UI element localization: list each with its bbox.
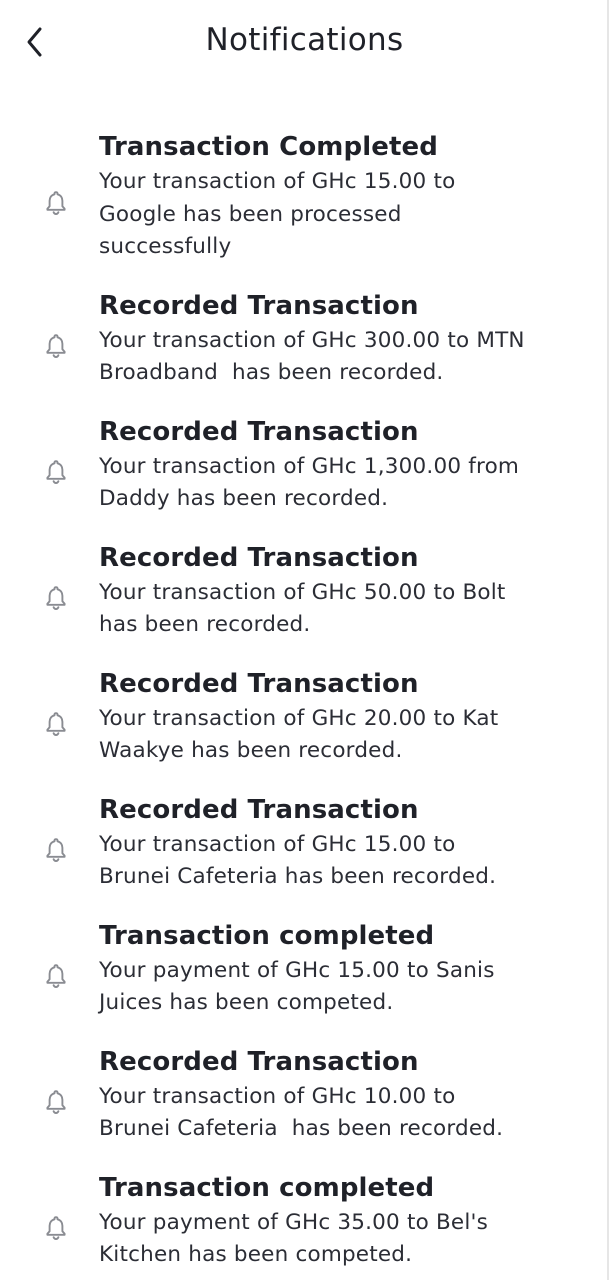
notification-message-line: Google has been processed xyxy=(99,201,402,227)
notification-message-line: Brunei Cafeteria has been recorded. xyxy=(99,1116,504,1141)
bell-icon xyxy=(46,191,66,215)
notification-title: Transaction Completed xyxy=(99,132,438,162)
notification-title: Recorded Transaction xyxy=(99,794,419,825)
notification-content: Transaction completed Your payment of GHc… xyxy=(99,1171,585,1272)
notification-message-line: Your transaction of GHc 10.00 to xyxy=(99,1083,456,1109)
notification-message: Your transaction of GHc 15.00 to Google h… xyxy=(99,166,585,264)
bell-icon xyxy=(46,1215,66,1240)
notification-message-line: Your transaction of GHc 15.00 to xyxy=(99,831,456,857)
notification-item[interactable]: Recorded Transaction Your transaction of … xyxy=(0,289,607,390)
notification-item[interactable]: Recorded Transaction Your transaction of … xyxy=(0,541,607,642)
notification-message: Your transaction of GHc 20.00 to Kat Waak… xyxy=(99,703,585,768)
notification-content: Recorded Transaction Your transaction of … xyxy=(99,667,585,768)
app-header: Notifications xyxy=(0,0,609,84)
notification-content: Transaction Completed Your transaction of… xyxy=(99,130,585,264)
notification-message-line: successfully xyxy=(99,234,232,259)
notification-item[interactable]: Recorded Transaction Your transaction of … xyxy=(0,667,607,768)
notification-message: Your payment of GHc 15.00 to Sanis Juices… xyxy=(99,955,585,1020)
notification-message-line: Waakye has been recorded. xyxy=(99,738,403,763)
notification-message-line: Your transaction of GHc 50.00 to Bolt xyxy=(99,579,506,605)
notification-message: Your transaction of GHc 10.00 to Brunei C… xyxy=(99,1081,585,1146)
notification-content: Transaction completed Your payment of GHc… xyxy=(99,919,585,1020)
bell-icon xyxy=(46,585,66,610)
bell-icon xyxy=(46,963,66,988)
notification-message-line: Kitchen has been competed. xyxy=(99,1242,413,1267)
page-title: Notifications xyxy=(205,22,404,58)
notification-message-line: Your transaction of GHc 15.00 to xyxy=(99,169,456,194)
notification-content: Recorded Transaction Your transaction of … xyxy=(99,415,585,516)
notification-item[interactable]: Transaction completed Your payment of GHc… xyxy=(0,1171,607,1272)
notification-message: Your transaction of GHc 15.00 to Brunei C… xyxy=(99,829,585,894)
bell-icon xyxy=(46,333,66,358)
notification-message-line: Your payment of GHc 35.00 to Bel's xyxy=(99,1209,489,1235)
notification-content: Recorded Transaction Your transaction of … xyxy=(99,1045,585,1146)
notification-item[interactable]: Recorded Transaction Your transaction of … xyxy=(0,415,607,516)
bell-icon xyxy=(46,1089,66,1114)
notification-item[interactable]: Recorded Transaction Your transaction of … xyxy=(0,1045,607,1146)
bell-icon xyxy=(46,837,66,862)
notification-item[interactable]: Transaction completed Your payment of GHc… xyxy=(0,919,607,1020)
notification-list: Transaction Completed Your transaction of… xyxy=(0,130,607,1272)
notification-message: Your transaction of GHc 1,300.00 from Dad… xyxy=(99,451,585,516)
bell-icon xyxy=(46,459,66,484)
notification-title: Recorded Transaction xyxy=(99,542,419,573)
notification-message-line: Brunei Cafeteria has been recorded. xyxy=(99,864,497,889)
notification-message-line: has been recorded. xyxy=(99,612,311,637)
notification-content: Recorded Transaction Your transaction of … xyxy=(99,541,585,642)
notification-title: Recorded Transaction xyxy=(99,668,419,699)
notification-item[interactable]: Recorded Transaction Your transaction of … xyxy=(0,793,607,894)
notification-title: Transaction completed xyxy=(99,920,435,951)
notification-message-line: Your transaction of GHc 20.00 to Kat xyxy=(99,705,499,731)
notification-message-line: Daddy has been recorded. xyxy=(99,486,389,511)
notification-message: Your transaction of GHc 300.00 to MTN Bro… xyxy=(99,325,585,390)
notification-message-line: Broadband has been recorded. xyxy=(99,360,444,385)
notification-item[interactable]: Transaction Completed Your transaction of… xyxy=(0,130,607,264)
notification-message-line: Juices has been competed. xyxy=(99,990,394,1015)
notification-message: Your transaction of GHc 50.00 to Bolt has… xyxy=(99,577,585,642)
notification-content: Recorded Transaction Your transaction of … xyxy=(99,793,585,894)
notification-title: Transaction completed xyxy=(99,1172,435,1203)
notification-title: Recorded Transaction xyxy=(99,1046,419,1077)
notification-message: Your payment of GHc 35.00 to Bel's Kitche… xyxy=(99,1207,585,1272)
notification-message-line: Your payment of GHc 15.00 to Sanis xyxy=(99,957,495,983)
notification-title: Recorded Transaction xyxy=(99,416,419,447)
notification-title: Recorded Transaction xyxy=(99,290,419,321)
notification-content: Recorded Transaction Your transaction of … xyxy=(99,289,585,390)
notification-message-line: Your transaction of GHc 1,300.00 from xyxy=(99,453,520,479)
bell-icon xyxy=(46,711,66,736)
notification-message-line: Your transaction of GHc 300.00 to MTN xyxy=(99,327,525,353)
